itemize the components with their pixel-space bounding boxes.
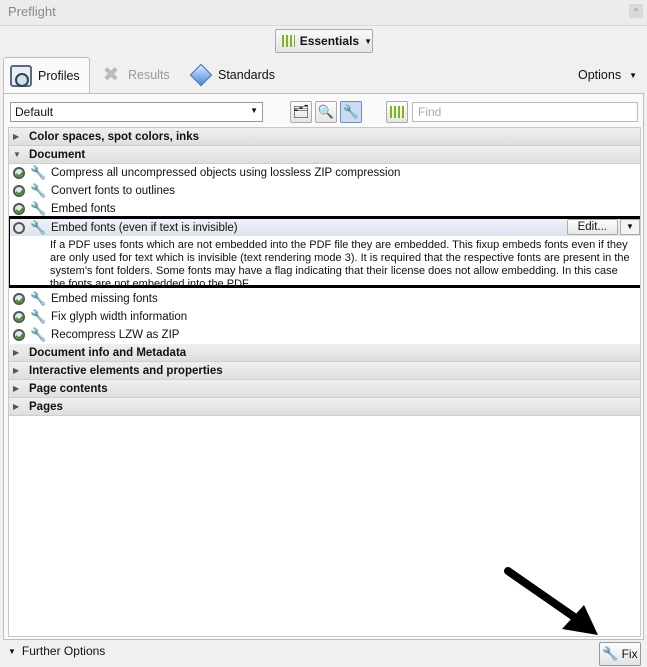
profiles-filter-icon: 🗂: [292, 104, 310, 119]
essentials-icon: [282, 35, 295, 47]
workspace-label: Essentials: [299, 34, 360, 48]
expand-triangle-icon[interactable]: ▶: [13, 384, 23, 393]
footer-bar: ▼ Further Options 🔧 Fix: [0, 640, 647, 667]
collapse-triangle-icon[interactable]: ▼: [13, 150, 23, 159]
chevron-down-icon[interactable]: ▼: [620, 219, 640, 235]
selected-fixup-label: Embed fonts (even if text is invisible): [51, 221, 238, 234]
check-lens-icon: [13, 185, 25, 197]
fixup-list: ▶ Color spaces, spot colors, inks ▼ Docu…: [8, 127, 641, 637]
group-label: Interactive elements and properties: [29, 364, 223, 377]
show-all-profiles-button[interactable]: 🗂: [290, 101, 312, 123]
library-button[interactable]: [386, 101, 408, 123]
wrench-icon: 🔧: [342, 104, 360, 119]
close-icon[interactable]: ▫: [629, 4, 643, 18]
magnifier-icon: 🔍: [317, 104, 335, 119]
check-lens-icon: [13, 167, 25, 179]
fixup-label: Embed missing fonts: [51, 293, 158, 305]
list-item[interactable]: 🔧 Recompress LZW as ZIP: [9, 326, 640, 344]
standards-icon: [189, 63, 213, 87]
check-lens-icon: [13, 203, 25, 215]
wrench-icon: 🔧: [602, 646, 619, 661]
group-row[interactable]: ▶ Interactive elements and properties: [9, 362, 640, 380]
expand-triangle-icon[interactable]: ▶: [13, 366, 23, 375]
wrench-icon: 🔧: [30, 201, 47, 216]
tab-label: Results: [128, 68, 170, 82]
show-checks-button[interactable]: 🔍: [315, 101, 337, 123]
workspace-dropdown[interactable]: Essentials ▼: [275, 29, 373, 53]
tab-standards[interactable]: Standards: [189, 57, 275, 93]
tab-results[interactable]: ✖ Results: [100, 57, 170, 93]
tab-profiles[interactable]: Profiles: [3, 57, 90, 93]
group-label: Document info and Metadata: [29, 346, 187, 359]
wrench-icon: 🔧: [30, 309, 47, 324]
results-icon: ✖: [102, 64, 120, 86]
profiles-icon: [10, 64, 32, 87]
expand-triangle-icon[interactable]: ▶: [13, 132, 23, 141]
options-menu[interactable]: Options ▼: [578, 57, 637, 93]
library-icon: [390, 106, 404, 118]
tab-label: Standards: [218, 68, 275, 82]
list-item[interactable]: 🔧 Fix glyph width information: [9, 308, 640, 326]
list-item[interactable]: 🔧 Convert fonts to outlines: [9, 182, 640, 200]
edit-button[interactable]: Edit...: [566, 219, 618, 235]
check-lens-icon: [13, 293, 25, 305]
fixup-label: Embed fonts: [51, 203, 116, 215]
fixup-label: Recompress LZW as ZIP: [51, 329, 180, 341]
fixup-label: Compress all uncompressed objects using …: [51, 167, 401, 179]
list-item[interactable]: 🔧 Embed missing fonts: [9, 290, 640, 308]
wrench-icon: 🔧: [30, 219, 47, 235]
wrench-icon: 🔧: [30, 327, 47, 342]
profile-select[interactable]: Default ▼: [10, 102, 263, 122]
chevron-down-icon: ▼: [250, 106, 258, 115]
group-row[interactable]: ▶ Page contents: [9, 380, 640, 398]
fixup-label: Fix glyph width information: [51, 311, 188, 323]
group-label: Document: [29, 148, 86, 161]
fix-button[interactable]: 🔧 Fix: [599, 642, 641, 666]
profiles-toolbar: Default ▼ 🗂 🔍 🔧: [8, 100, 641, 124]
wrench-icon: 🔧: [30, 183, 47, 198]
collapse-triangle-icon: ▼: [8, 646, 16, 656]
chevron-down-icon: ▼: [629, 70, 637, 80]
group-label: Page contents: [29, 382, 108, 395]
group-row[interactable]: ▶ Pages: [9, 398, 640, 416]
group-row[interactable]: ▶ Document info and Metadata: [9, 344, 640, 362]
selected-fixup-header[interactable]: 🔧 Embed fonts (even if text is invisible…: [10, 219, 640, 236]
group-row[interactable]: ▶ Color spaces, spot colors, inks: [9, 128, 640, 146]
expand-triangle-icon[interactable]: ▶: [13, 348, 23, 357]
wrench-icon: 🔧: [30, 165, 47, 180]
tab-bar: Profiles ✖ Results Standards Options ▼: [0, 57, 647, 93]
further-options-label: Further Options: [21, 644, 106, 658]
list-item[interactable]: 🔧 Compress all uncompressed objects usin…: [9, 164, 640, 182]
window-title: Preflight: [8, 4, 56, 19]
fixup-label: Convert fonts to outlines: [51, 185, 176, 197]
profiles-panel: Default ▼ 🗂 🔍 🔧 ▶ Color spaces, spot col…: [3, 93, 644, 640]
fixup-description: If a PDF uses fonts which are not embedd…: [50, 239, 630, 290]
annotation-arrow-icon: [504, 567, 598, 635]
find-input[interactable]: [412, 102, 638, 122]
wrench-icon: 🔧: [30, 291, 47, 306]
chevron-down-icon: ▼: [364, 36, 372, 46]
group-label: Pages: [29, 400, 63, 413]
check-lens-icon: [13, 221, 25, 234]
options-label: Options: [577, 68, 622, 82]
expand-triangle-icon[interactable]: ▶: [13, 402, 23, 411]
check-lens-icon: [13, 329, 25, 341]
check-lens-icon: [13, 311, 25, 323]
group-row[interactable]: ▼ Document: [9, 146, 640, 164]
group-label: Color spaces, spot colors, inks: [29, 130, 199, 143]
tab-label: Profiles: [38, 68, 80, 83]
profile-select-value: Default: [15, 105, 54, 119]
selected-fixup-panel[interactable]: 🔧 Embed fonts (even if text is invisible…: [9, 216, 640, 290]
show-fixups-button[interactable]: 🔧: [340, 101, 362, 123]
further-options-toggle[interactable]: ▼ Further Options: [8, 644, 105, 658]
fix-label: Fix: [621, 647, 638, 661]
title-bar: Preflight ▫: [0, 0, 647, 26]
